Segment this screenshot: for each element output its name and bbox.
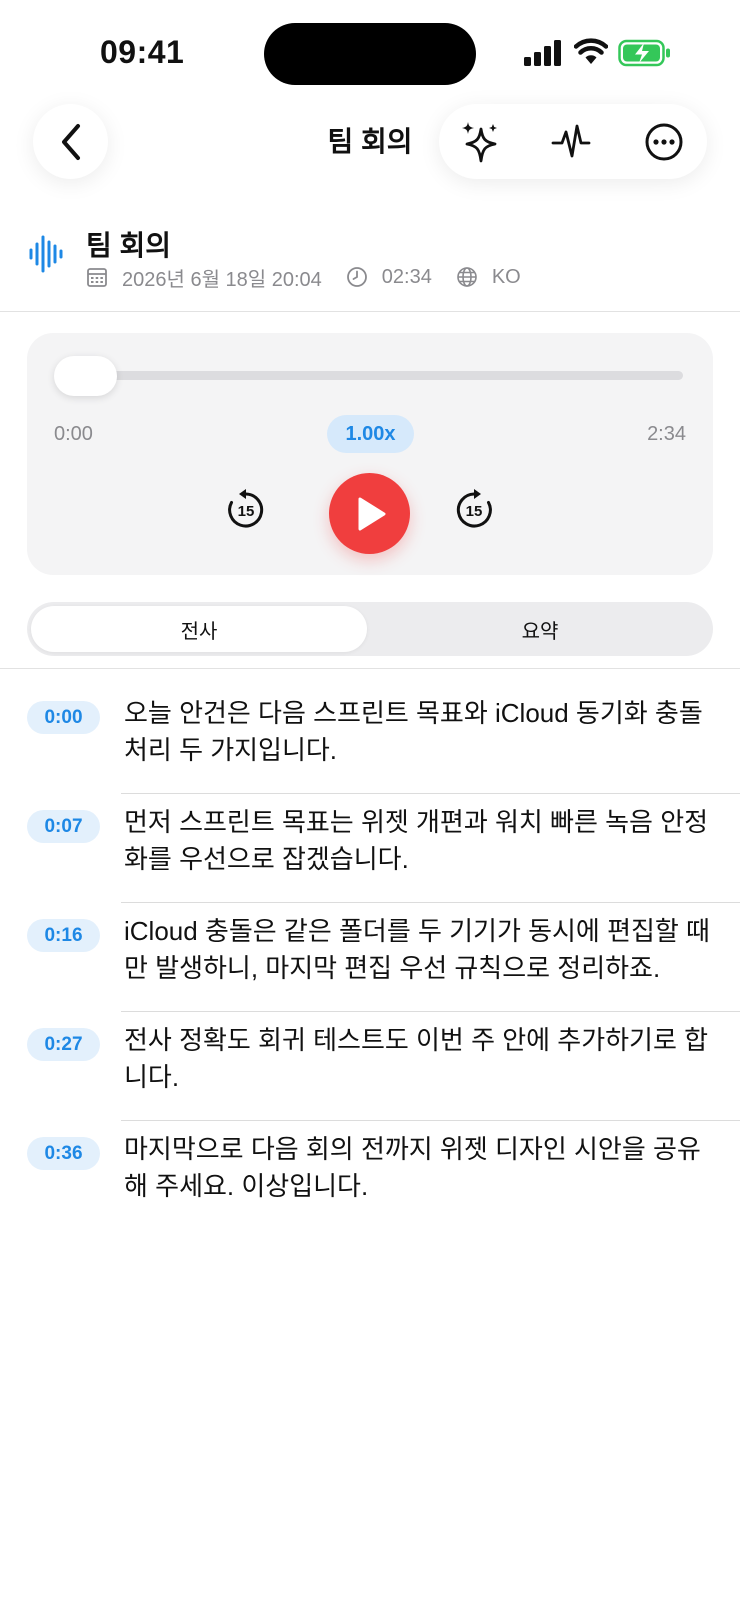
transcript-text: 전사 정확도 회귀 테스트도 이번 주 안에 추가하기로 합니다. — [124, 1025, 709, 1092]
nav-actions — [439, 104, 707, 179]
divider — [0, 668, 740, 669]
transcript-row[interactable]: 0:36 마지막으로 다음 회의 전까지 위젯 디자인 시안을 공유해 주세요.… — [0, 1121, 740, 1230]
waveform-button[interactable] — [536, 104, 606, 179]
transcript-text: 먼저 스프린트 목표는 위젯 개편과 워치 빠른 녹음 안정화를 우선으로 잡겠… — [124, 807, 709, 874]
more-button[interactable] — [629, 104, 699, 179]
navigation-bar: 팀 회의 — [0, 100, 740, 190]
play-icon — [358, 497, 385, 530]
ai-summary-button[interactable] — [444, 104, 514, 179]
dynamic-island — [264, 23, 476, 85]
transcript-list: 0:00 오늘 안건은 다음 스프린트 목표와 iCloud 동기화 충돌 처리… — [0, 685, 740, 1230]
transcript-row[interactable]: 0:27 전사 정확도 회귀 테스트도 이번 주 안에 추가하기로 합니다. — [0, 1012, 740, 1121]
more-icon — [645, 123, 683, 160]
recording-header: 팀 회의 2026년 6월 18일 20:04 02:34 KO — [0, 220, 740, 312]
transcript-text: 오늘 안건은 다음 스프린트 목표와 iCloud 동기화 충돌 처리 두 가지… — [124, 698, 703, 765]
timestamp-badge[interactable]: 0:16 — [27, 919, 100, 952]
recording-language: KO — [491, 265, 521, 288]
skip-forward-label: 15 — [466, 503, 483, 520]
current-time: 0:00 — [54, 423, 93, 445]
recording-title: 팀 회의 — [86, 230, 172, 261]
waveform-icon — [551, 124, 591, 157]
recording-date: 2026년 6월 18일 20:04 — [122, 268, 322, 291]
playback-scrubber[interactable] — [57, 371, 683, 380]
skip-back-button[interactable]: 15 — [225, 488, 267, 530]
globe-icon — [457, 267, 477, 287]
total-time: 2:34 — [647, 423, 686, 445]
status-time: 09:41 — [100, 34, 185, 70]
skip-back-15-icon: 15 — [228, 489, 264, 528]
view-segmented-control: 전사 요약 — [27, 602, 713, 656]
clock-icon — [346, 267, 367, 287]
skip-forward-button[interactable]: 15 — [453, 488, 495, 530]
calendar-icon — [87, 268, 107, 287]
recording-meta: 2026년 6월 18일 20:04 02:34 KO — [86, 262, 521, 292]
transcript-row[interactable]: 0:07 먼저 스프린트 목표는 위젯 개편과 워치 빠른 녹음 안정화를 우선… — [0, 794, 740, 903]
transcript-row[interactable]: 0:16 iCloud 충돌은 같은 폴더를 두 기기가 동시에 편집할 때만 … — [0, 903, 740, 1012]
battery-charging-icon — [618, 39, 670, 67]
tab-summary[interactable]: 요약 — [371, 606, 709, 652]
timestamp-badge[interactable]: 0:27 — [27, 1028, 100, 1061]
back-button[interactable] — [33, 104, 108, 179]
audio-wave-icon — [29, 235, 63, 273]
scrubber-knob[interactable] — [54, 356, 117, 396]
skip-forward-15-icon: 15 — [456, 489, 492, 528]
wifi-icon — [574, 38, 608, 64]
recording-duration: 02:34 — [381, 265, 432, 288]
cellular-signal-icon — [524, 40, 561, 66]
transcript-text: iCloud 충돌은 같은 폴더를 두 기기가 동시에 편집할 때만 발생하니,… — [124, 916, 710, 983]
back-icon — [61, 123, 80, 160]
transcript-row[interactable]: 0:00 오늘 안건은 다음 스프린트 목표와 iCloud 동기화 충돌 처리… — [0, 685, 740, 794]
sparkles-icon — [462, 121, 497, 162]
timestamp-badge[interactable]: 0:36 — [27, 1137, 100, 1170]
play-button[interactable] — [329, 473, 410, 554]
status-bar: 09:41 — [0, 0, 740, 100]
nav-title: 팀 회의 — [327, 126, 413, 157]
tab-transcript[interactable]: 전사 — [31, 606, 367, 652]
timestamp-badge[interactable]: 0:07 — [27, 810, 100, 843]
audio-player: 0:00 1.00x 2:34 15 15 — [27, 333, 713, 575]
skip-back-label: 15 — [238, 503, 255, 520]
playback-speed-button[interactable]: 1.00x — [327, 415, 414, 453]
timestamp-badge[interactable]: 0:00 — [27, 701, 100, 734]
transcript-text: 마지막으로 다음 회의 전까지 위젯 디자인 시안을 공유해 주세요. 이상입니… — [124, 1134, 701, 1201]
